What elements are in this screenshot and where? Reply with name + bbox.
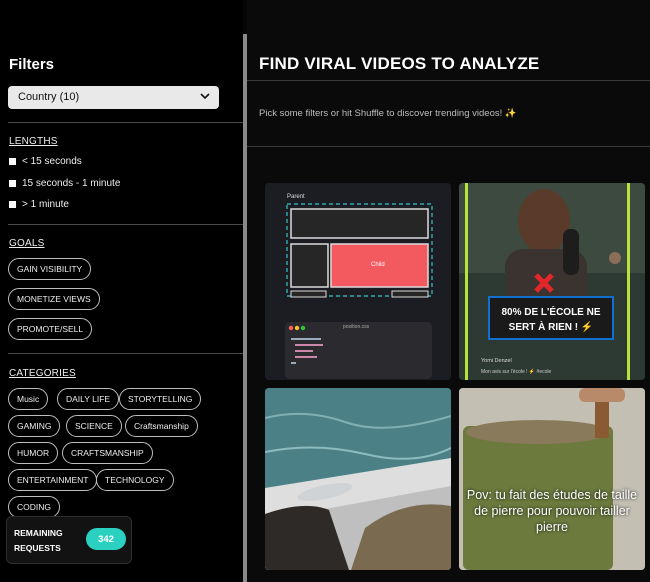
category-music[interactable]: Music bbox=[8, 388, 49, 410]
remaining-requests: REMAINING REQUESTS 342 bbox=[6, 516, 132, 564]
country-select[interactable]: Country (10) bbox=[8, 86, 219, 109]
length-label: < 15 seconds bbox=[22, 156, 82, 167]
category-gaming[interactable]: GAMING bbox=[8, 415, 61, 437]
video-thumbnail bbox=[459, 183, 645, 380]
category-storytelling[interactable]: STORYTELLING bbox=[119, 388, 202, 410]
category-craftsmanship-upper[interactable]: CRAFTSMANSHIP bbox=[62, 442, 153, 464]
category-entertainment[interactable]: ENTERTAINMENT bbox=[8, 469, 98, 491]
page-title: FIND VIRAL VIDEOS TO ANALYZE bbox=[259, 54, 540, 73]
video-thumbnail bbox=[459, 388, 645, 570]
video-overlay-text: Pov: tu fait des études de taille de pie… bbox=[466, 488, 638, 534]
goal-monetize-views[interactable]: MONETIZE VIEWS bbox=[8, 288, 100, 310]
video-card[interactable]: 80% DE L'ÉCOLE NE SERT À RIEN ! ⚡ Yomi D… bbox=[459, 183, 645, 380]
divider bbox=[8, 122, 243, 123]
filters-sidebar: Filters Country (10) LENGTHS < 15 second… bbox=[0, 0, 243, 582]
category-coding[interactable]: CODING bbox=[8, 496, 60, 518]
filters-title: Filters bbox=[9, 56, 55, 73]
goal-gain-visibility[interactable]: GAIN VISIBILITY bbox=[8, 258, 92, 280]
checkbox[interactable] bbox=[9, 201, 16, 208]
remaining-label: REMAINING bbox=[14, 528, 63, 538]
length-label: > 1 minute bbox=[22, 199, 69, 210]
video-thumbnail bbox=[265, 388, 451, 570]
category-technology[interactable]: TECHNOLOGY bbox=[96, 469, 174, 491]
length-option-short[interactable]: < 15 seconds bbox=[9, 156, 82, 167]
section-lengths: LENGTHS bbox=[9, 136, 58, 147]
video-description: Mon avis sur l'école ! ⚡ #ecole bbox=[481, 369, 552, 375]
goal-promote-sell[interactable]: PROMOTE/SELL bbox=[8, 318, 93, 340]
video-caption: 80% DE L'ÉCOLE NE SERT À RIEN ! ⚡ bbox=[488, 296, 614, 340]
parent-label: Parent bbox=[287, 194, 305, 200]
category-craftsmanship[interactable]: Craftsmanship bbox=[125, 415, 198, 437]
length-option-medium[interactable]: 15 seconds - 1 minute bbox=[9, 178, 120, 189]
chevron-down-icon bbox=[200, 93, 210, 100]
divider bbox=[8, 224, 243, 225]
video-card[interactable]: Pov: tu fait des études de taille de pie… bbox=[459, 388, 645, 570]
category-science[interactable]: SCIENCE bbox=[66, 415, 122, 437]
shuffle-hint: Pick some filters or hit Shuffle to disc… bbox=[259, 108, 517, 119]
requests-label: REQUESTS bbox=[14, 543, 61, 553]
remaining-count-badge: 342 bbox=[86, 528, 126, 550]
section-goals: GOALS bbox=[9, 238, 45, 249]
divider bbox=[247, 146, 650, 147]
length-label: 15 seconds - 1 minute bbox=[22, 178, 121, 189]
category-humor[interactable]: HUMOR bbox=[8, 442, 59, 464]
video-card[interactable] bbox=[265, 388, 451, 570]
country-select-value: Country (10) bbox=[18, 91, 80, 103]
divider bbox=[247, 80, 650, 81]
length-option-long[interactable]: > 1 minute bbox=[9, 199, 69, 210]
checkbox[interactable] bbox=[9, 158, 16, 165]
main-panel: FIND VIRAL VIDEOS TO ANALYZE Pick some f… bbox=[247, 0, 650, 582]
divider bbox=[8, 353, 243, 354]
video-author: Yomi Denzel bbox=[481, 358, 512, 364]
section-categories: CATEGORIES bbox=[9, 368, 76, 379]
video-card[interactable]: Parent Child position.css bbox=[265, 183, 451, 380]
category-daily-life[interactable]: DAILY LIFE bbox=[57, 388, 120, 410]
video-thumbnail bbox=[265, 183, 451, 380]
file-label: position.css bbox=[343, 324, 370, 330]
checkbox[interactable] bbox=[9, 180, 16, 187]
child-label: Child bbox=[371, 262, 385, 268]
